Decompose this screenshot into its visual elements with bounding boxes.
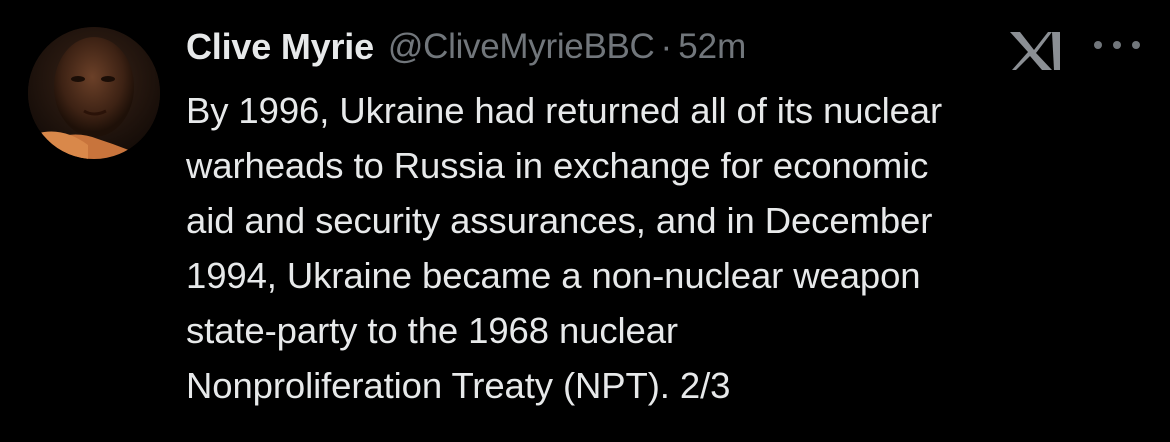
more-dot — [1132, 41, 1140, 49]
tweet-header: Clive Myrie @CliveMyrieBBC · 52m — [186, 22, 746, 72]
author-name[interactable]: Clive Myrie — [186, 26, 374, 68]
more-dot — [1113, 41, 1121, 49]
tweet-text-line: aid and security assurances, and in Dece… — [186, 200, 933, 241]
tweet-text-line: state-party to the 1968 nuclear — [186, 310, 678, 351]
tweet[interactable]: Clive Myrie @CliveMyrieBBC · 52m By 1996… — [0, 0, 1170, 442]
avatar[interactable] — [28, 27, 160, 159]
more-dot — [1094, 41, 1102, 49]
tweet-text: By 1996, Ukraine had returned all of its… — [186, 83, 1146, 413]
timestamp[interactable]: 52m — [678, 27, 746, 67]
tweet-text-line: Nonproliferation Treaty (NPT). 2/3 — [186, 365, 731, 406]
tweet-text-line: By 1996, Ukraine had returned all of its… — [186, 90, 943, 131]
x-logo-icon — [1008, 30, 1062, 72]
tweet-text-line: warheads to Russia in exchange for econo… — [186, 145, 929, 186]
tweet-text-line: 1994, Ukraine became a non-nuclear weapo… — [186, 255, 921, 296]
more-options-icon[interactable] — [1094, 35, 1140, 55]
author-handle[interactable]: @CliveMyrieBBC — [388, 27, 655, 67]
separator-dot: · — [660, 27, 673, 66]
